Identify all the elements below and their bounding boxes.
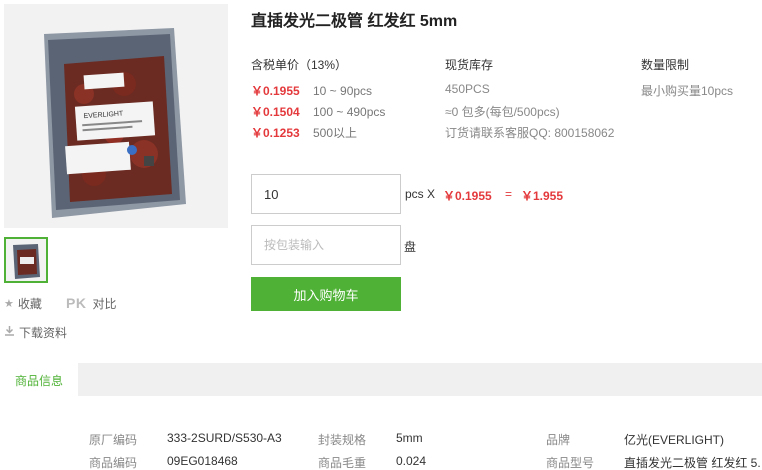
star-icon: ★ (4, 297, 14, 310)
spec-value: 5mm (396, 431, 423, 445)
stock-packs: ≈0 包多(每包/500pcs) (445, 105, 560, 119)
tier-range: 500以上 (313, 126, 358, 140)
thumbnail-photo (6, 239, 46, 281)
spec-label: 商品编码 (89, 456, 138, 470)
stock-quantity: 450PCS (445, 82, 490, 96)
unit-price: ￥0.1955 (443, 189, 492, 203)
tier-range: 100 ~ 490pcs (313, 105, 386, 119)
pack-unit: 盘 (404, 240, 417, 254)
tier-price: ￥0.1504 (251, 105, 300, 119)
tier-price: ￥0.1955 (251, 84, 300, 98)
quantity-input[interactable] (251, 174, 401, 214)
stock-header: 现货库存 (445, 58, 494, 72)
pk-icon: PK (66, 295, 87, 311)
price-tier: ￥0.1504 100 ~ 490pcs (251, 103, 385, 120)
favorite-label: 收藏 (17, 296, 42, 311)
tier-price: ￥0.1253 (251, 126, 300, 140)
spec-value: 亿光(EVERLIGHT) (624, 433, 725, 447)
pack-quantity-input[interactable] (251, 225, 401, 265)
spec-value: 0.024 (396, 454, 427, 468)
spec-label: 原厂编码 (89, 433, 138, 447)
total-price: ￥1.955 (521, 189, 564, 203)
limit-header: 数量限制 (641, 58, 690, 72)
tab-product-info[interactable]: 商品信息 (0, 363, 78, 396)
product-title: 直插发光二极管 红发红 5mm (251, 13, 458, 30)
compare-button[interactable]: PK 对比 (66, 294, 136, 312)
equals-sign: = (505, 187, 513, 201)
tab-bar: 商品信息 (0, 363, 762, 396)
spec-label: 商品毛重 (318, 456, 367, 470)
tier-range: 10 ~ 90pcs (313, 84, 373, 98)
spec-value: 09EG018468 (167, 454, 238, 468)
price-header: 含税单价（13%） (251, 58, 348, 72)
price-tier: ￥0.1955 10 ~ 90pcs (251, 82, 372, 99)
add-to-cart-button[interactable]: 加入购物车 (251, 277, 401, 311)
download-icon (4, 325, 15, 339)
price-tier: ￥0.1253 500以上 (251, 124, 357, 141)
product-thumbnail[interactable] (4, 237, 48, 283)
download-docs-button[interactable]: 下载资料 (4, 323, 94, 341)
product-image: EVERLIGHT (4, 4, 228, 228)
favorite-button[interactable]: ★ 收藏 (4, 294, 64, 312)
spec-label: 品牌 (546, 433, 571, 447)
spec-value: 333-2SURD/S530-A3 (167, 431, 282, 445)
spec-label: 封装规格 (318, 433, 367, 447)
product-photo: EVERLIGHT (4, 4, 228, 228)
stock-contact: 订货请联系客服QQ: 800158062 (445, 126, 615, 140)
spec-label: 商品型号 (546, 456, 595, 470)
quantity-unit: pcs X (405, 187, 436, 201)
purchase-limit: 最小购买量10pcs (641, 84, 734, 98)
compare-label: 对比 (92, 296, 117, 311)
spec-value: 直插发光二极管 红发红 5. (624, 456, 761, 470)
download-label: 下载资料 (19, 325, 68, 340)
